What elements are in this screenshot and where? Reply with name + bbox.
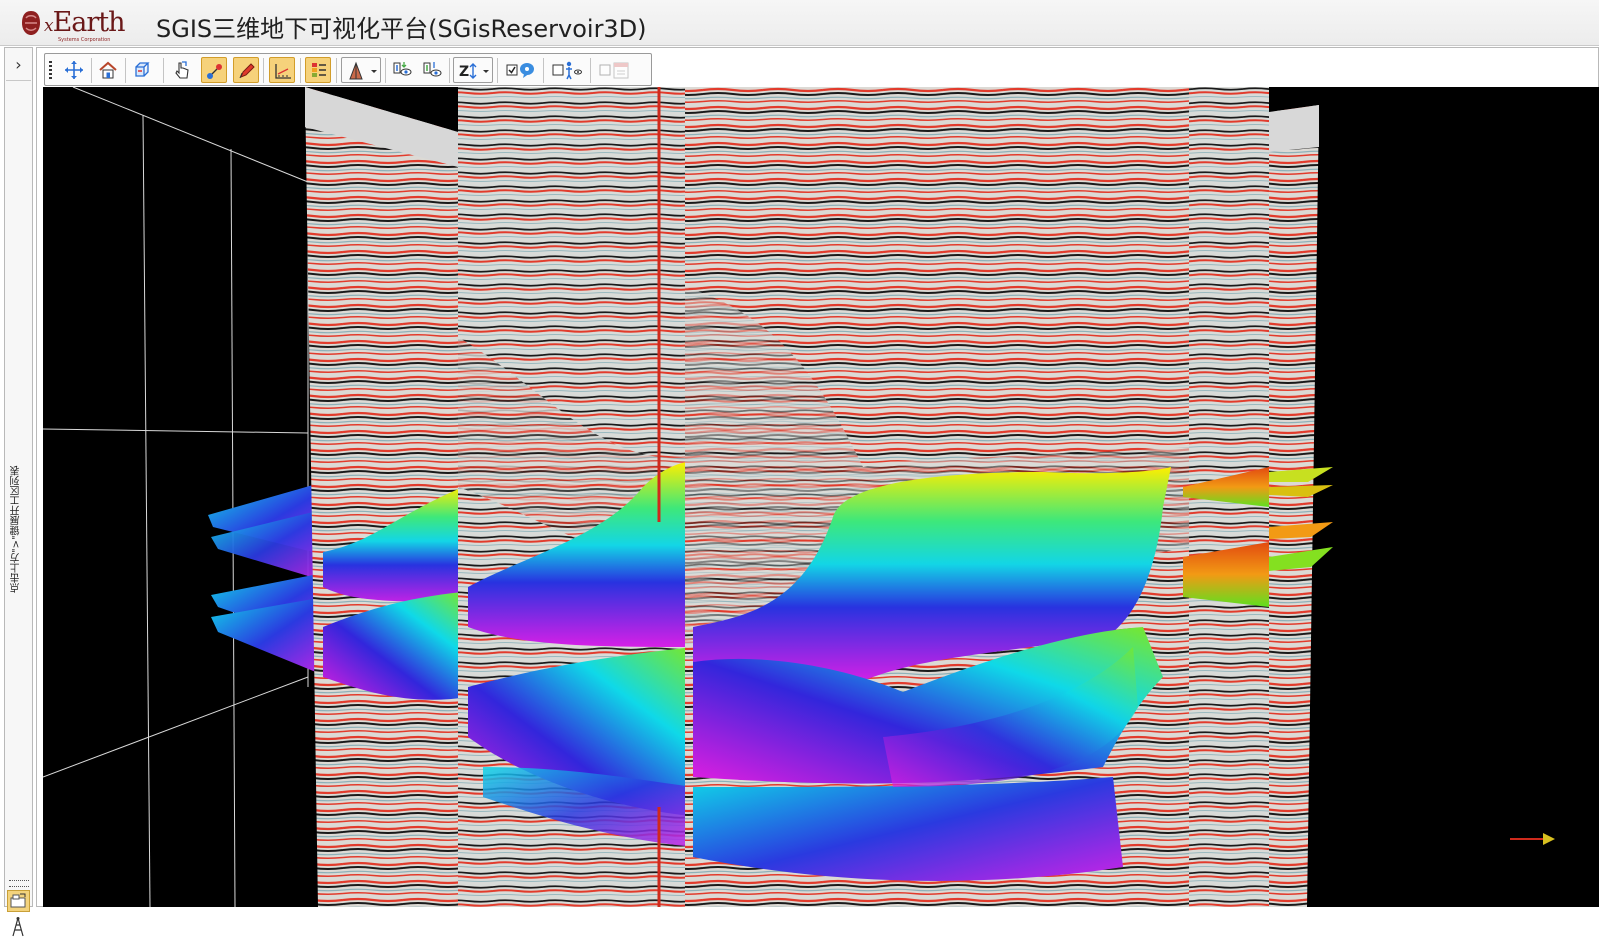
north-arrow-icon: [1510, 833, 1555, 845]
folder-tool-icon: [10, 893, 26, 908]
well-tool-button[interactable]: [7, 916, 30, 938]
pick-points-icon: [207, 64, 222, 79]
toolbar-separator: [263, 58, 264, 83]
eye-layers-icon: [423, 62, 442, 77]
bounding-grid: [43, 87, 309, 907]
tooltip-toggle-icon: [506, 63, 534, 78]
panel-grip[interactable]: [9, 880, 29, 887]
pointer-hand-icon: [175, 61, 189, 79]
home-view-button[interactable]: [95, 57, 121, 83]
show-layers-button[interactable]: [419, 57, 445, 83]
pick-points-button[interactable]: [201, 57, 227, 83]
pan-button[interactable]: [61, 57, 87, 83]
legend-bar-icon: [312, 63, 326, 77]
expand-panel-button[interactable]: ›: [6, 50, 31, 81]
show-wells-button[interactable]: [389, 57, 415, 83]
panel-hint-text: 点击上方">"键展开工区列表: [11, 465, 22, 593]
toolbar-separator: [300, 58, 301, 83]
toolbar-separator: [91, 58, 92, 83]
axis-grid-button[interactable]: [269, 57, 295, 83]
eye-well-icon: [393, 62, 412, 76]
project-list-panel: › 点击上方">"键展开工区列表: [4, 47, 33, 937]
toolbar-separator: [125, 58, 126, 83]
toolbar-separator: [385, 58, 386, 83]
toolbar-separator: [543, 58, 544, 83]
cube-view-button[interactable]: [129, 57, 155, 83]
tooltip-toggle-button[interactable]: [502, 57, 538, 83]
pencil-draw-icon: [239, 63, 255, 79]
z-scale-dropdown[interactable]: Z: [453, 57, 493, 83]
time-animation-button[interactable]: [595, 57, 631, 83]
toolbar-separator: [590, 58, 591, 83]
home-icon: [99, 61, 117, 79]
scene-canvas: [43, 87, 1555, 907]
toolbar-separator: [497, 58, 498, 83]
well-display-dropdown-icon: [349, 61, 377, 80]
logo-emblem-icon: [22, 11, 40, 35]
person-eye-icon: [552, 61, 582, 80]
svg-text:Z: Z: [459, 64, 469, 80]
title-bar: xEarth Systems Corporation SGIS三维地下可视化平台…: [0, 0, 1599, 46]
person-view-button[interactable]: [548, 57, 584, 83]
well-display-dropdown[interactable]: [341, 57, 381, 83]
seismic-section-1: [305, 87, 463, 907]
select-button[interactable]: [169, 57, 195, 83]
main-horizon-deep: [693, 777, 1123, 881]
xearth-logo: xEarth Systems Corporation: [20, 6, 126, 43]
project-tool-button[interactable]: [7, 890, 30, 912]
logo-subtitle: Systems Corporation: [58, 37, 111, 43]
toolbar-separator: [336, 58, 337, 83]
derrick-icon: [12, 917, 24, 937]
calendar-disabled-icon: [599, 62, 629, 79]
toolbar-separator: [163, 58, 164, 83]
toolbar-grip[interactable]: [49, 61, 52, 79]
z-scale-dropdown-icon: Z: [459, 63, 489, 80]
legend-button[interactable]: [305, 57, 331, 83]
draw-button[interactable]: [233, 57, 259, 83]
pan-arrows-icon: [65, 61, 83, 79]
toolbar-separator: [449, 58, 450, 83]
axis-grid-icon: [275, 64, 291, 79]
app-title: SGIS三维地下可视化平台(SGisReservoir3D): [156, 15, 647, 43]
cube-view-icon: [135, 62, 150, 77]
3d-viewport[interactable]: [43, 87, 1599, 907]
view-toolbar: Z: [44, 53, 652, 86]
